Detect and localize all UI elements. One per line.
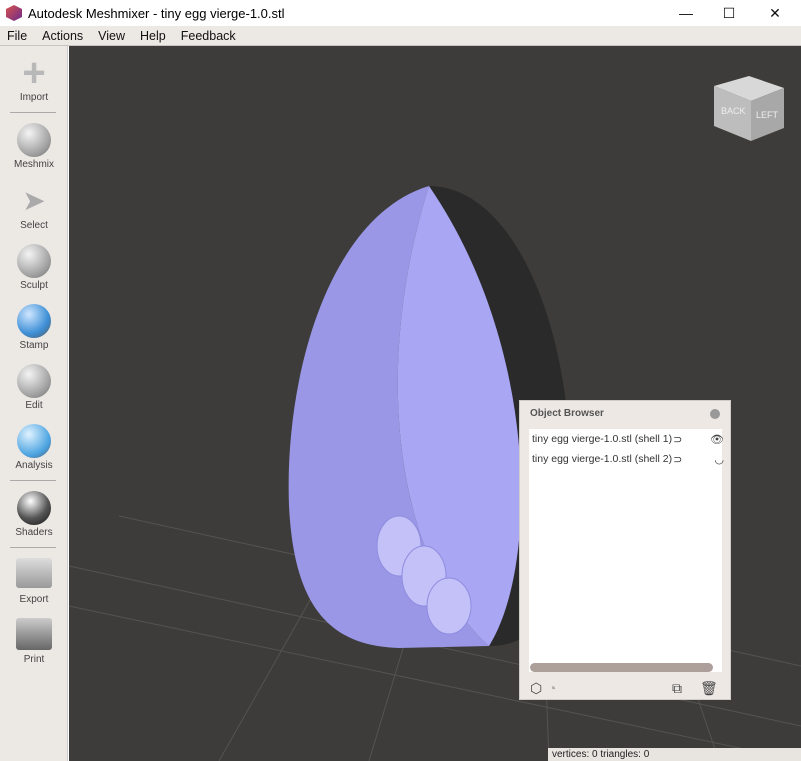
panel-title: Object Browser [530, 408, 604, 419]
title-bar: Autodesk Meshmixer - tiny egg vierge-1.0… [0, 0, 801, 26]
status-bar: vertices: 0 triangles: 0 [548, 748, 801, 761]
magnet-icon[interactable]: ⊃ [673, 453, 682, 466]
cube-icon[interactable]: ⬡ [530, 680, 542, 697]
tool-export[interactable]: Export [0, 558, 68, 605]
arrow-icon: ➤ [22, 185, 46, 216]
view-cube[interactable]: BACK LEFT [714, 76, 784, 141]
tool-shaders[interactable]: Shaders [0, 491, 68, 538]
tool-analysis[interactable]: Analysis [0, 424, 68, 471]
meshmix-icon [17, 123, 51, 157]
tool-label: Shaders [15, 527, 53, 538]
tool-label: Meshmix [13, 159, 54, 170]
horizontal-scrollbar[interactable] [530, 663, 713, 672]
tool-edit[interactable]: Edit [0, 364, 68, 411]
minimize-button[interactable]: — [663, 0, 709, 26]
object-list: tiny egg vierge-1.0.stl (shell 1) ⊃ 👁 tiny… [529, 429, 724, 672]
tool-stamp[interactable]: Stamp [0, 304, 68, 351]
menu-help[interactable]: Help [133, 29, 174, 43]
close-button[interactable]: ✕ [752, 0, 798, 26]
menu-actions[interactable]: Actions [35, 29, 91, 43]
plus-icon: + [22, 51, 46, 95]
printer-icon [16, 618, 52, 650]
tool-label: Select [20, 220, 48, 231]
tool-sidebar: + Import Meshmix ➤ Select Sculpt Stamp Edi… [0, 46, 68, 761]
tool-label: Edit [25, 400, 43, 411]
tool-sculpt[interactable]: Sculpt [0, 244, 68, 291]
duplicate-icon[interactable]: ⧉ [672, 680, 682, 697]
analysis-icon [17, 424, 51, 458]
brush-icon [17, 244, 51, 278]
tool-label: Analysis [15, 460, 53, 471]
menu-feedback[interactable]: Feedback [174, 29, 244, 43]
edit-icon [17, 364, 51, 398]
divider [10, 112, 56, 113]
stamp-icon [17, 304, 51, 338]
object-name: tiny egg vierge-1.0.stl (shell 2) [532, 453, 673, 465]
tool-meshmix[interactable]: Meshmix [0, 123, 68, 170]
eye-icon[interactable]: 👁 [710, 433, 724, 446]
window-title: Autodesk Meshmixer - tiny egg vierge-1.0… [28, 5, 285, 21]
list-item[interactable]: tiny egg vierge-1.0.stl (shell 1) ⊃ 👁 [529, 429, 724, 449]
tool-label: Sculpt [20, 280, 48, 291]
object-browser-panel: Object Browser tiny egg vierge-1.0.stl (… [519, 400, 731, 700]
menu-view[interactable]: View [91, 29, 133, 43]
tool-label: Import [19, 92, 49, 103]
app-icon [6, 5, 22, 21]
tool-select[interactable]: ➤ Select [0, 184, 68, 231]
viewcube-back: BACK [721, 106, 746, 116]
menu-bar: File Actions View Help Feedback [0, 26, 801, 46]
maximize-button[interactable]: ☐ [706, 0, 752, 26]
divider [10, 547, 56, 548]
close-panel-button[interactable] [710, 409, 720, 419]
trash-icon[interactable]: 🗑 [700, 680, 718, 697]
magnet-icon[interactable]: ⊃ [673, 433, 682, 446]
menu-file[interactable]: File [0, 29, 35, 43]
tool-print[interactable]: Print [0, 618, 68, 665]
tool-label: Stamp [19, 340, 49, 351]
list-item[interactable]: tiny egg vierge-1.0.stl (shell 2) ⊃ ◡ [529, 449, 724, 469]
eye-closed-icon[interactable]: ◡ [714, 453, 724, 466]
sphere-icon [17, 491, 51, 525]
pie-icon[interactable]: ◔ [548, 680, 556, 696]
object-name: tiny egg vierge-1.0.stl (shell 1) [532, 433, 673, 445]
tool-import[interactable]: + Import [0, 51, 68, 103]
tool-label: Export [19, 594, 49, 605]
tool-label: Print [23, 654, 45, 665]
viewcube-left: LEFT [756, 110, 779, 120]
divider [10, 480, 56, 481]
export-icon [16, 558, 52, 588]
